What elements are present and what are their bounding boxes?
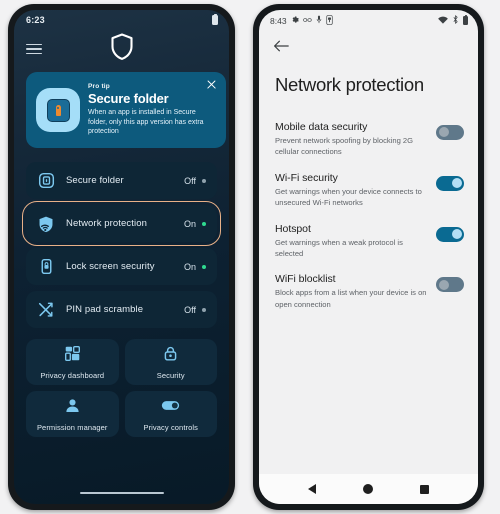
left-phone-device: 6:23 Pro tip Secure folder When an app i… xyxy=(8,4,235,510)
status-text: Off xyxy=(184,304,196,315)
pro-tip-text-block: Pro tip Secure folder When an app is ins… xyxy=(88,83,218,137)
list-item-label: Lock screen security xyxy=(66,261,155,272)
hamburger-menu-icon[interactable] xyxy=(26,43,42,55)
home-indicator[interactable] xyxy=(79,491,164,495)
right-app-bar xyxy=(259,31,478,61)
setting-description: Get warnings when your device connects t… xyxy=(275,186,422,208)
left-phone-screen: 6:23 Pro tip Secure folder When an app i… xyxy=(14,10,229,504)
status-dot xyxy=(202,221,206,226)
pro-tip-description: When an app is installed in Secure folde… xyxy=(88,109,204,136)
status-text: On xyxy=(183,218,196,229)
vpn-key-icon xyxy=(325,14,333,27)
pro-tip-card[interactable]: Pro tip Secure folder When an app is ins… xyxy=(26,72,226,148)
toggle-wifi-security[interactable] xyxy=(436,175,464,191)
setting-title: Hotspot xyxy=(275,222,311,235)
list-item-lock-screen-security[interactable]: Lock screen security On xyxy=(26,248,217,285)
pro-tip-carousel: Pro tip Secure folder When an app is ins… xyxy=(14,72,229,152)
pro-tip-eyebrow: Pro tip xyxy=(88,83,110,91)
setting-title: Wi-Fi security xyxy=(275,171,338,184)
left-home-indicator-area xyxy=(14,482,229,504)
nav-home-circle-icon[interactable] xyxy=(362,484,373,494)
right-phone-screen: 8:43 Network protection Mobile data secu… xyxy=(259,10,478,504)
secure-folder-key-icon xyxy=(36,88,80,132)
left-tile-grid: Privacy dashboard Security Permission ma… xyxy=(14,339,229,437)
padlock-icon xyxy=(162,345,179,367)
setting-text-block: Mobile data security Prevent network spo… xyxy=(275,121,436,158)
shield-icon xyxy=(110,33,134,66)
status-bar-left-group: 8:43 xyxy=(270,14,333,27)
setting-row-wifi-security[interactable]: Wi-Fi security Get warnings when your de… xyxy=(259,165,478,216)
gear-icon xyxy=(291,15,299,26)
list-item-pin-pad-scramble[interactable]: PIN pad scramble Off xyxy=(26,291,217,328)
dashboard-grid-icon xyxy=(64,345,81,367)
status-dot xyxy=(202,178,206,183)
tile-label: Security xyxy=(156,370,185,380)
back-arrow-icon[interactable] xyxy=(273,39,289,53)
person-icon xyxy=(64,397,81,419)
toggle-switch-icon xyxy=(161,397,180,419)
close-icon[interactable] xyxy=(206,79,217,90)
left-status-bar: 6:23 xyxy=(14,10,229,30)
android-navigation-bar xyxy=(259,474,478,504)
lock-screen-icon xyxy=(36,258,56,275)
nav-recents-square-icon[interactable] xyxy=(419,484,429,494)
setting-title: Mobile data security xyxy=(275,121,368,133)
link-icon xyxy=(302,16,312,26)
setting-text-block: WiFi blocklist Block apps from a list wh… xyxy=(275,273,436,310)
tile-privacy-dashboard[interactable]: Privacy dashboard xyxy=(26,339,119,385)
tile-label: Privacy dashboard xyxy=(40,370,105,380)
right-status-bar: 8:43 xyxy=(259,10,478,31)
tile-label: Permission manager xyxy=(36,422,108,432)
setting-description: Block apps from a list when your device … xyxy=(275,288,427,309)
left-status-time: 6:23 xyxy=(26,15,45,25)
pro-tip-title: Secure folder xyxy=(88,91,169,107)
wifi-icon xyxy=(437,16,448,26)
setting-text-block: Wi-Fi security Get warnings when your de… xyxy=(275,172,436,209)
right-status-time: 8:43 xyxy=(270,15,287,26)
setting-row-mobile-data-security[interactable]: Mobile data security Prevent network spo… xyxy=(259,114,478,165)
list-item-network-protection[interactable]: Network protection On xyxy=(22,201,221,246)
battery-icon xyxy=(212,13,218,25)
setting-row-wifi-blocklist[interactable]: WiFi blocklist Block apps from a list wh… xyxy=(259,266,478,317)
status-dot xyxy=(202,307,206,312)
toggle-mobile-data-security[interactable] xyxy=(436,125,464,140)
nav-back-triangle-icon[interactable] xyxy=(308,484,317,494)
setting-text-block: Hotspot Get warnings when a weak protoco… xyxy=(275,223,436,260)
microphone-icon xyxy=(316,15,322,26)
list-item-label: Secure folder xyxy=(66,175,124,186)
status-dot xyxy=(202,264,206,269)
secure-folder-icon xyxy=(36,172,56,189)
setting-description: Get warnings when a weak protocol is sel… xyxy=(275,237,403,258)
tile-security[interactable]: Security xyxy=(124,339,217,385)
shuffle-arrows-icon xyxy=(36,301,56,319)
dual-phone-screenshot: 6:23 Pro tip Secure folder When an app i… xyxy=(0,0,500,514)
list-item-label: PIN pad scramble xyxy=(66,304,144,315)
tile-privacy-controls[interactable]: Privacy controls xyxy=(124,391,217,437)
status-text: On xyxy=(183,261,196,272)
network-protection-icon xyxy=(36,215,56,233)
tile-permission-manager[interactable]: Permission manager xyxy=(26,391,119,437)
tile-label: Privacy controls xyxy=(143,422,199,432)
left-settings-list: Secure folder Off Network protection On … xyxy=(14,152,229,328)
network-protection-settings-list: Mobile data security Prevent network spo… xyxy=(259,96,478,317)
setting-title: WiFi blocklist xyxy=(275,273,336,286)
right-phone-device: 8:43 Network protection Mobile data secu… xyxy=(253,4,484,510)
page-title: Network protection xyxy=(275,74,424,95)
setting-row-hotspot[interactable]: Hotspot Get warnings when a weak protoco… xyxy=(259,216,478,267)
status-text: Off xyxy=(184,175,196,186)
list-item-secure-folder[interactable]: Secure folder Off xyxy=(26,162,217,199)
list-item-label: Network protection xyxy=(66,218,148,229)
toggle-wifi-blocklist[interactable] xyxy=(436,277,464,293)
bluetooth-icon xyxy=(452,15,459,26)
setting-description: Prevent network spoofing by blocking 2G … xyxy=(275,136,414,157)
toggle-hotspot[interactable] xyxy=(436,226,464,242)
left-top-bar xyxy=(14,30,229,68)
status-bar-right-group xyxy=(437,14,468,26)
battery-icon xyxy=(462,14,468,26)
